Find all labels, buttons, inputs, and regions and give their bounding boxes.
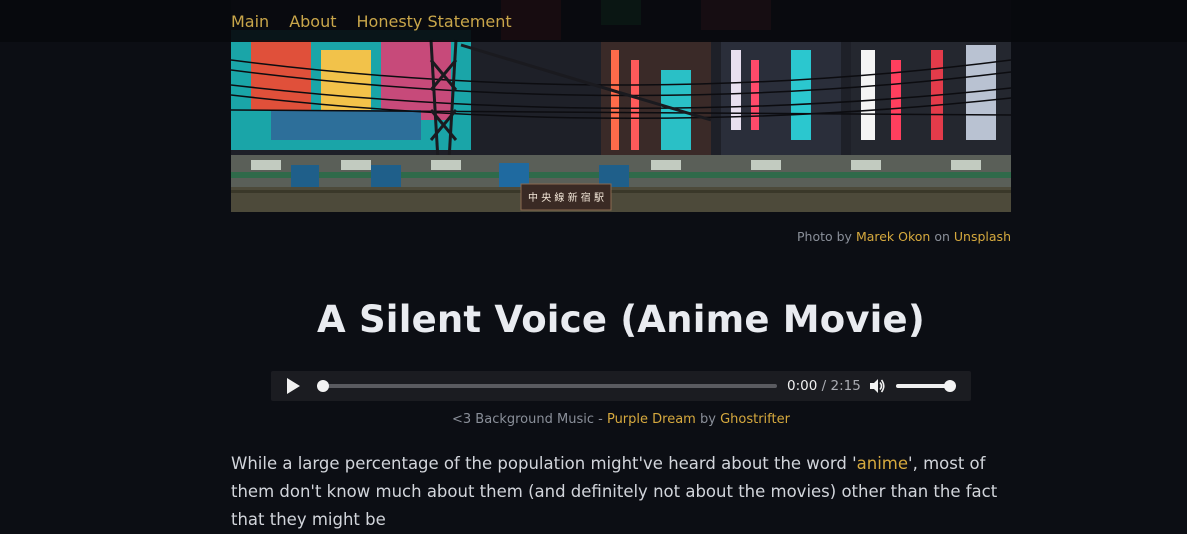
music-caption: <3 Background Music - Purple Dream by Gh… <box>231 412 1011 427</box>
time-separator: / <box>821 378 827 394</box>
music-by: by <box>699 412 716 427</box>
duration: 2:15 <box>830 378 861 394</box>
credit-middle: on <box>934 229 950 244</box>
credit-author-link[interactable]: Marek Okon <box>856 229 930 244</box>
play-button[interactable] <box>287 378 300 394</box>
intro-paragraph: While a large percentage of the populati… <box>231 450 1011 534</box>
music-prefix: <3 Background Music - <box>452 412 603 427</box>
audio-player: 0:00 / 2:15 <box>271 371 971 401</box>
seek-slider[interactable] <box>317 380 777 392</box>
station-sign-text: 中 央 線 新 宿 駅 <box>528 191 604 204</box>
photo-credit: Photo by Marek Okon on Unsplash <box>797 229 1011 244</box>
page-title: A Silent Voice (Anime Movie) <box>317 298 925 341</box>
seek-knob[interactable] <box>317 380 329 392</box>
volume-slider[interactable] <box>896 380 956 392</box>
current-time: 0:00 <box>787 378 818 394</box>
music-artist-link[interactable]: Ghostrifter <box>720 412 790 427</box>
nav-link-about[interactable]: About <box>289 12 336 31</box>
music-track-link[interactable]: Purple Dream <box>607 412 696 427</box>
volume-icon[interactable] <box>868 377 886 399</box>
credit-prefix: Photo by <box>796 229 852 244</box>
credit-source-link[interactable]: Unsplash <box>954 229 1011 244</box>
paragraph-text-before: While a large percentage of the populati… <box>231 454 857 473</box>
nav-link-main[interactable]: Main <box>231 12 269 31</box>
volume-knob[interactable] <box>944 380 956 392</box>
anime-link[interactable]: anime <box>857 454 908 473</box>
top-navbar: Main About Honesty Statement <box>0 0 1187 42</box>
time-display: 0:00 / 2:15 <box>787 378 861 394</box>
nav-link-honesty-statement[interactable]: Honesty Statement <box>357 12 512 31</box>
nav-links: Main About Honesty Statement <box>231 0 512 42</box>
